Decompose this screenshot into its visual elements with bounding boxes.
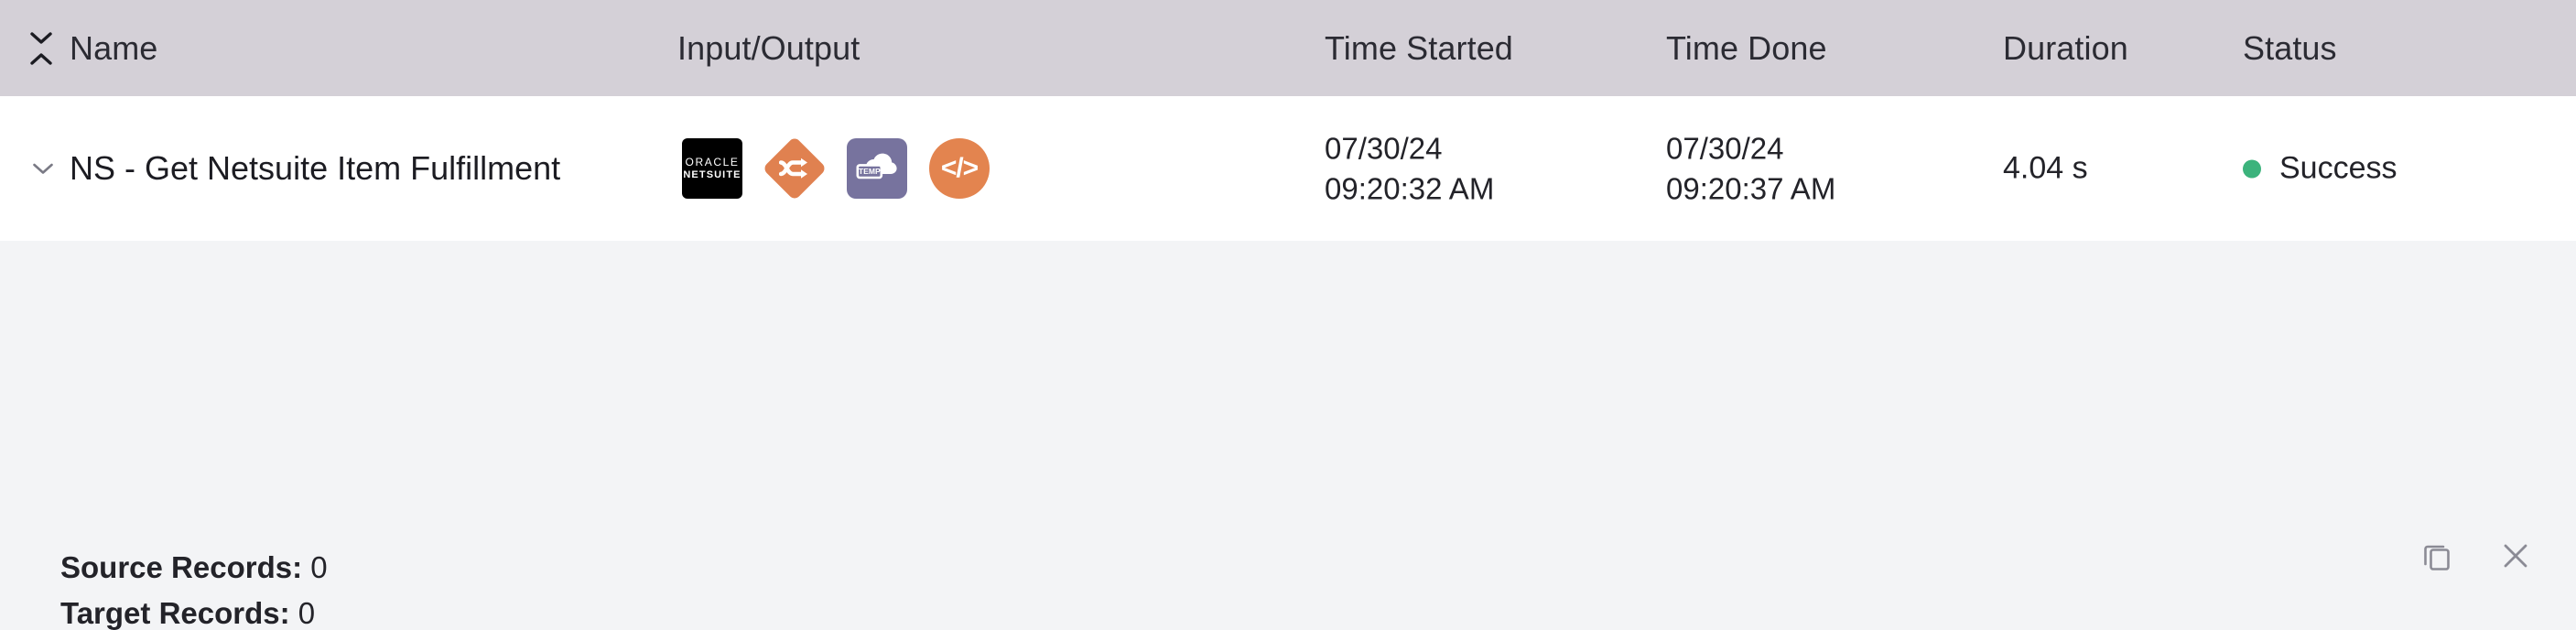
- cell-time-done: 07/30/24 09:20:37 AM: [1666, 128, 1835, 208]
- collapse-all-icon[interactable]: [27, 31, 55, 66]
- chevron-down-icon[interactable]: [31, 157, 55, 180]
- job-run-table-screen: Name Input/Output Time Started Time Done…: [0, 0, 2576, 630]
- time-started-date: 07/30/24: [1325, 131, 1443, 166]
- column-header-time-started[interactable]: Time Started: [1325, 29, 1513, 68]
- column-header-status[interactable]: Status: [2243, 29, 2337, 68]
- column-header-time-done[interactable]: Time Done: [1666, 29, 1827, 68]
- records-summary: Source Records: 0 Target Records: 0: [60, 545, 328, 630]
- table-row[interactable]: NS - Get Netsuite Item Fulfillment ORACL…: [0, 96, 2576, 241]
- temp-cloud-storage-icon[interactable]: TEMP: [847, 138, 907, 199]
- code-script-icon[interactable]: </>: [929, 138, 990, 199]
- target-records-value: 0: [298, 596, 316, 630]
- column-header-input-output[interactable]: Input/Output: [677, 29, 860, 68]
- detail-action-buttons: [2417, 536, 2536, 576]
- row-detail-panel: Source Records: 0 Target Records: 0 Mess…: [0, 241, 2576, 630]
- oracle-netsuite-icon-line2: NETSUITE: [683, 169, 741, 180]
- time-started-time: 09:20:32 AM: [1325, 171, 1495, 205]
- copy-icon[interactable]: [2417, 536, 2457, 576]
- time-done-date: 07/30/24: [1666, 131, 1784, 166]
- source-records-value: 0: [310, 550, 328, 584]
- shuffle-transform-icon[interactable]: [762, 136, 828, 201]
- status-dot-icon: [2243, 159, 2261, 178]
- cell-duration: 4.04 s: [2003, 150, 2088, 186]
- shuffle-arrows-glyph: [779, 157, 810, 180]
- target-records-line: Target Records: 0: [60, 591, 328, 630]
- column-header-name[interactable]: Name: [70, 29, 157, 68]
- code-script-icon-glyph: </>: [940, 153, 979, 183]
- source-records-line: Source Records: 0: [60, 545, 328, 591]
- header-name-group: Name: [27, 29, 157, 68]
- row-name-label: NS - Get Netsuite Item Fulfillment: [70, 149, 561, 187]
- target-records-label: Target Records:: [60, 596, 290, 630]
- close-icon[interactable]: [2495, 536, 2536, 576]
- shuffle-diamond-shape: [762, 136, 828, 201]
- cell-status: Success: [2243, 151, 2397, 187]
- status-badge: Success: [2279, 150, 2397, 186]
- oracle-netsuite-icon-line1: ORACLE: [685, 156, 740, 168]
- svg-text:TEMP: TEMP: [859, 167, 881, 176]
- row-io-icons: ORACLE NETSUITE TEMP </>: [682, 136, 990, 201]
- column-header-duration[interactable]: Duration: [2003, 29, 2128, 68]
- table-header-row: Name Input/Output Time Started Time Done…: [0, 0, 2576, 96]
- row-name-group: NS - Get Netsuite Item Fulfillment: [31, 149, 560, 188]
- source-records-label: Source Records:: [60, 550, 303, 584]
- cell-time-started: 07/30/24 09:20:32 AM: [1325, 128, 1494, 208]
- time-done-time: 09:20:37 AM: [1666, 171, 1836, 205]
- oracle-netsuite-icon[interactable]: ORACLE NETSUITE: [682, 138, 742, 199]
